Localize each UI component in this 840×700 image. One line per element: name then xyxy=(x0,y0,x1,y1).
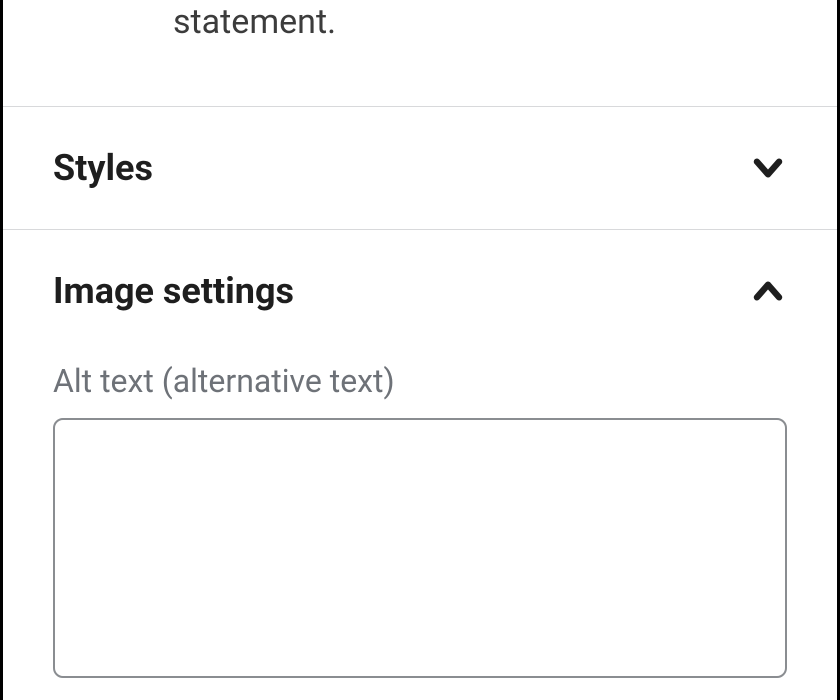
chevron-down-icon xyxy=(749,149,787,187)
chevron-up-icon xyxy=(749,272,787,310)
alt-text-label: Alt text (alternative text) xyxy=(53,362,787,400)
block-settings-panel: statement. Styles Image settings Alt tex… xyxy=(3,0,837,700)
image-settings-section-title: Image settings xyxy=(53,270,294,312)
image-settings-section-toggle[interactable]: Image settings xyxy=(3,230,837,352)
styles-section-title: Styles xyxy=(53,147,153,189)
alt-text-input[interactable] xyxy=(53,418,787,678)
block-description: statement. xyxy=(3,0,837,106)
styles-section-toggle[interactable]: Styles xyxy=(3,107,837,229)
image-settings-body: Alt text (alternative text) xyxy=(3,352,837,682)
